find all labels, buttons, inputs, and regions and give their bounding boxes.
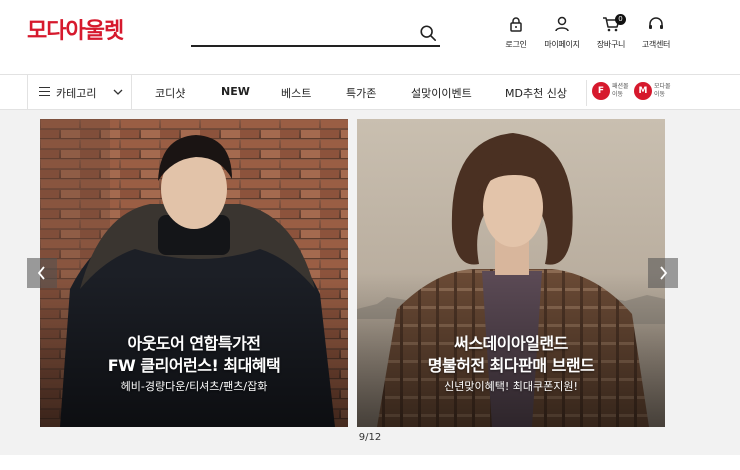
fashion-mall-line2: 이동 — [612, 91, 624, 98]
cart-count-badge: 0 — [615, 14, 626, 25]
search-icon[interactable] — [419, 24, 437, 42]
main-nav: 카테고리 코디샷 NEW 베스트 특가존 설맞이이벤트 MD추천 신상 F 패션… — [0, 74, 740, 110]
banner-outdoor[interactable]: 아웃도어 연합특가전 FW 클리어런스! 최대혜택 헤비-경량다운/티셔츠/팬츠… — [40, 119, 348, 427]
logo-prefix: 모다 — [27, 19, 66, 44]
user-icon — [555, 16, 569, 32]
banner-carousel: 아웃도어 연합특가전 FW 클리어런스! 최대혜택 헤비-경량다운/티셔츠/팬츠… — [0, 110, 740, 455]
headset-icon — [649, 17, 663, 29]
moda-mall-badge: M — [634, 82, 652, 100]
banner-thursday-island-headline: 명불허전 최다판매 브랜드 — [427, 356, 595, 375]
nav-divider — [586, 80, 587, 106]
banner-thursday-island-title: 써스데이아일랜드 — [454, 334, 568, 353]
fashion-mall-line1: 패션몰 — [612, 83, 629, 90]
category-menu-button[interactable]: 카테고리 — [27, 75, 132, 110]
banner-outdoor-title: 아웃도어 연합특가전 — [127, 334, 261, 353]
support-button[interactable]: 고객센터 — [628, 16, 684, 50]
header: 모다아울렛 로그인 마이페이지 0 장바구니 고객센터 — [0, 0, 740, 74]
carousel-next-button[interactable] — [648, 258, 678, 288]
moda-mall-line2: 이동 — [654, 91, 666, 98]
search-bar — [191, 22, 440, 47]
fashion-mall-badge: F — [592, 82, 610, 100]
nav-item-special[interactable]: 특가존 — [346, 85, 376, 101]
category-label: 카테고리 — [56, 87, 97, 100]
nav-item-new-year-event[interactable]: 설맞이이벤트 — [411, 85, 472, 101]
fashion-mall-text: 패션몰 이동 — [612, 83, 629, 99]
banner-outdoor-subtitle: 헤비-경량다운/티셔츠/팬츠/잡화 — [120, 380, 268, 393]
logo-suffix: 아울렛 — [65, 19, 124, 44]
moda-mall-line1: 모다몰 — [654, 83, 671, 90]
nav-item-new[interactable]: NEW — [221, 85, 250, 98]
chevron-right-icon — [660, 266, 668, 280]
carousel-pager: 9/12 — [358, 432, 382, 443]
banner-thursday-island[interactable]: 써스데이아일랜드 명불허전 최다판매 브랜드 신년맞이혜택! 최대쿠폰지원! — [357, 119, 665, 427]
search-input[interactable] — [191, 22, 411, 44]
hamburger-icon — [39, 87, 50, 97]
lock-icon — [510, 17, 522, 32]
banner-outdoor-headline: FW 클리어런스! 최대혜택 — [107, 356, 281, 375]
carousel-prev-button[interactable] — [27, 258, 57, 288]
logo[interactable]: 모다아울렛 — [27, 17, 124, 47]
nav-item-codishot[interactable]: 코디샷 — [155, 85, 185, 101]
nav-item-best[interactable]: 베스트 — [281, 85, 311, 101]
chevron-left-icon — [37, 266, 45, 280]
support-label: 고객센터 — [641, 40, 671, 49]
mypage-label: 마이페이지 — [544, 40, 580, 49]
moda-mall-text: 모다몰 이동 — [654, 83, 671, 99]
nav-item-md-pick[interactable]: MD추천 신상 — [505, 85, 567, 101]
mypage-button[interactable]: 마이페이지 — [534, 16, 590, 50]
banner-thursday-island-subtitle: 신년맞이혜택! 최대쿠폰지원! — [444, 380, 578, 393]
chevron-down-icon — [113, 89, 123, 95]
